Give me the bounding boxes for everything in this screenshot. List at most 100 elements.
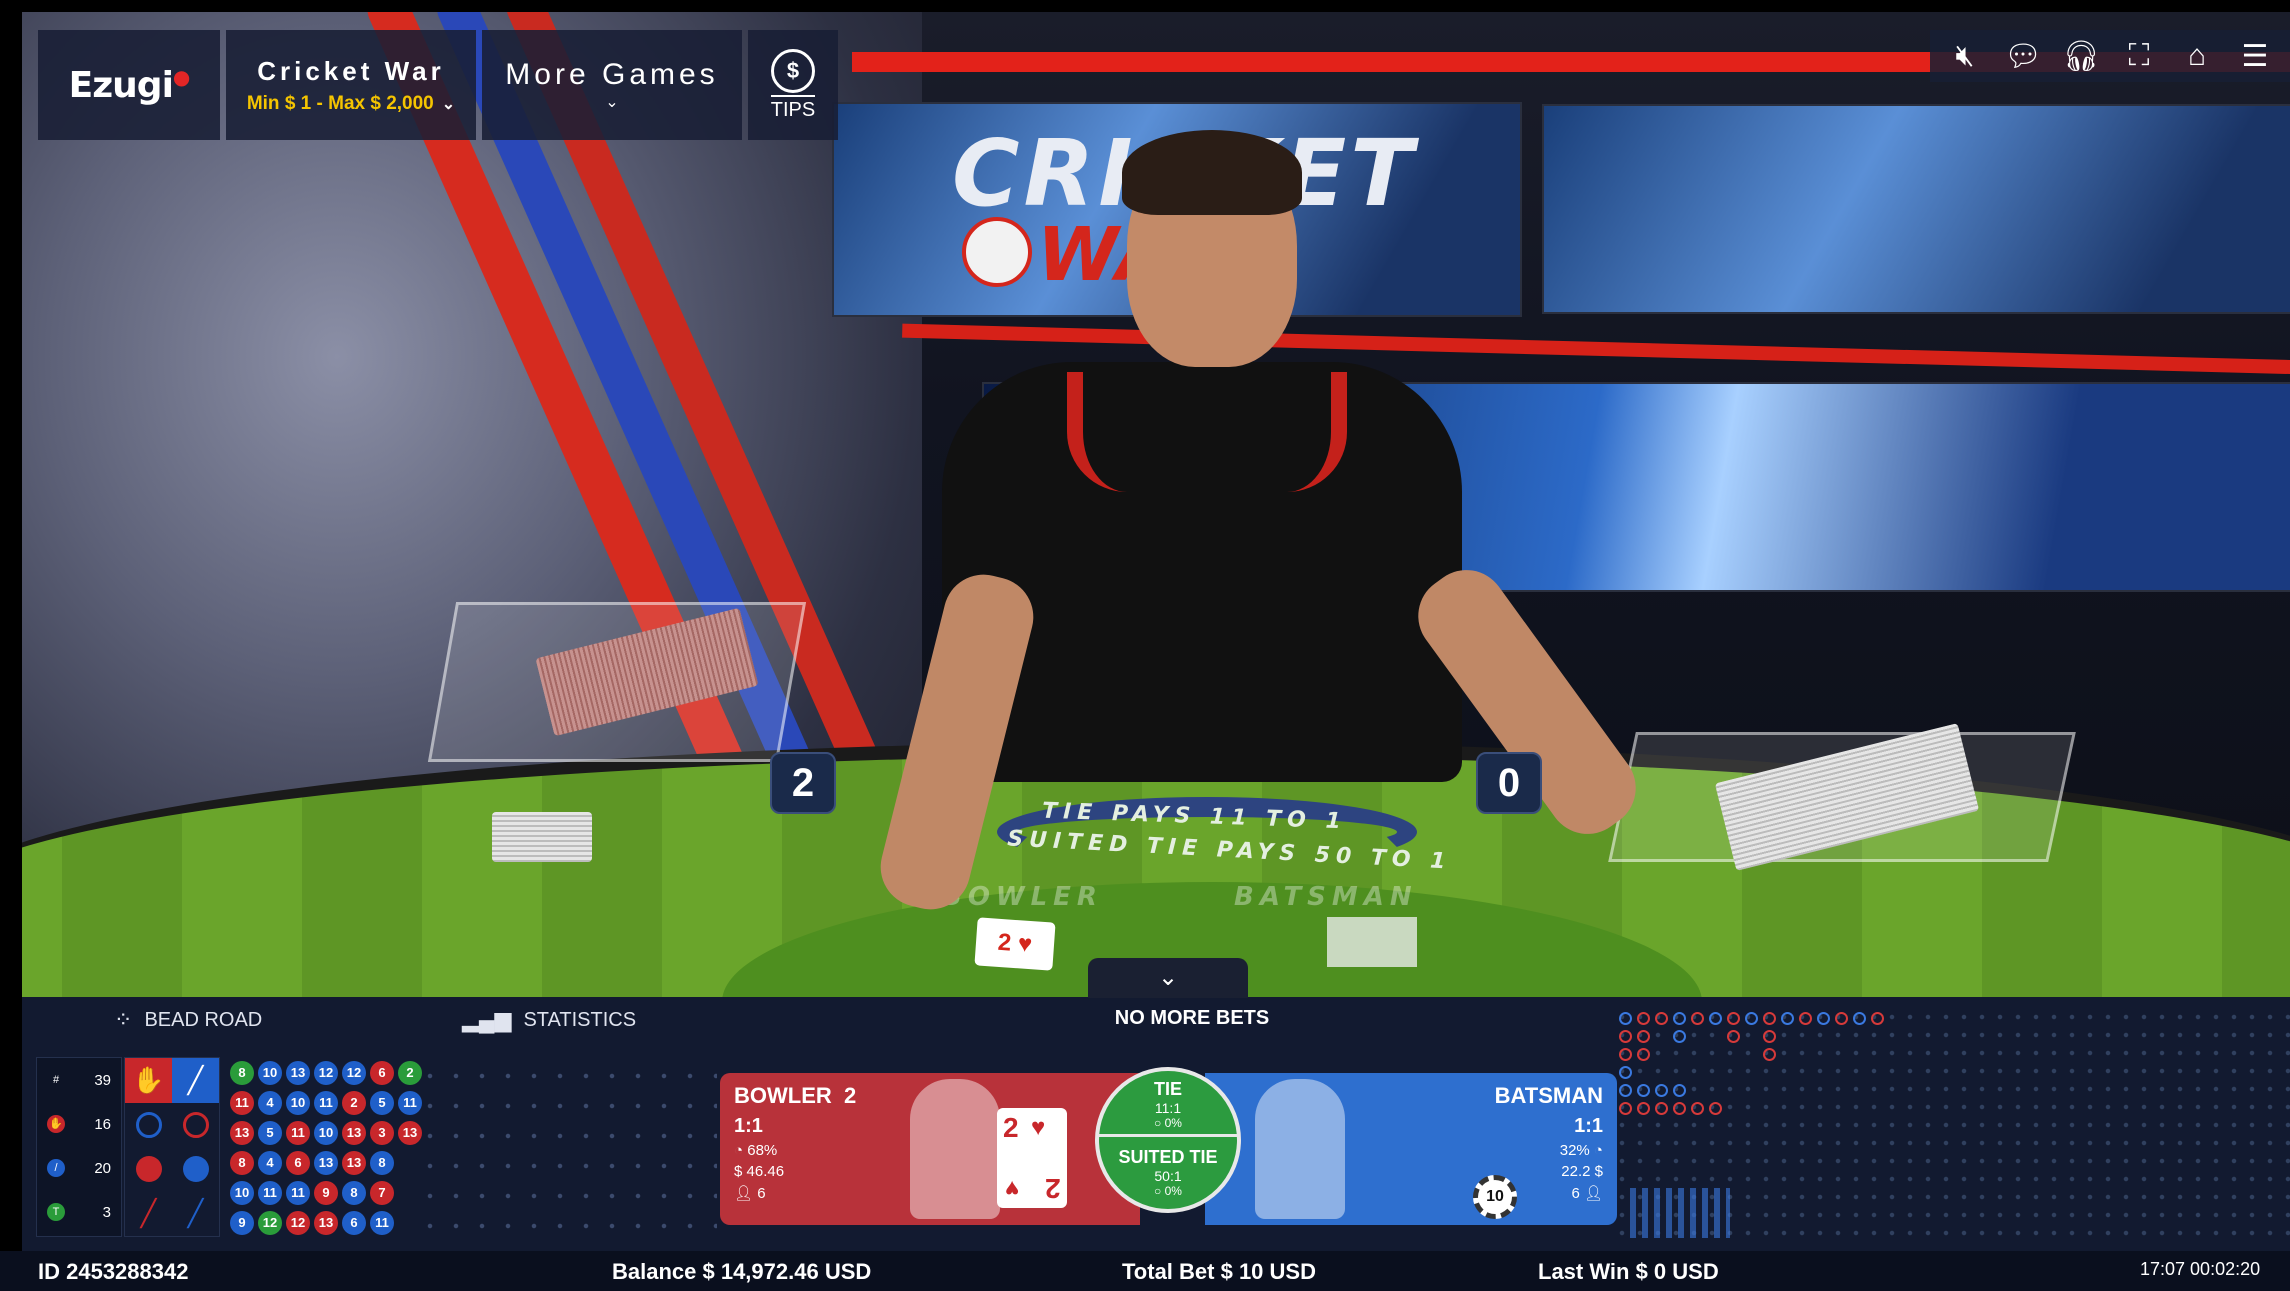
big-road-marker: [1709, 1102, 1722, 1115]
count-batsman: /20: [37, 1146, 121, 1190]
big-road-marker: [1709, 1012, 1722, 1025]
hash-icon: #: [52, 1074, 60, 1086]
bead-road-cell: 3: [370, 1121, 394, 1145]
big-road-marker: [1619, 1012, 1632, 1025]
tab-bead-road[interactable]: ⁘ BEAD ROAD: [114, 997, 262, 1043]
last-win: Last Win $ 0 USD: [1538, 1259, 1719, 1284]
home-icon[interactable]: ⌂: [2177, 39, 2217, 73]
bead-road-cell: 8: [342, 1181, 366, 1205]
bead-road-cell: 4: [258, 1091, 282, 1115]
game-limits-dropdown[interactable]: Cricket War Min $ 1 - Max $ 2,000 ⌄: [226, 30, 476, 140]
big-road-marker: [1655, 1012, 1668, 1025]
big-road-marker: [1637, 1048, 1650, 1061]
road-prediction: ✋ ╱ ╱ ╱: [124, 1057, 220, 1237]
big-road-marker: [1835, 1012, 1848, 1025]
bead-road-cell: 11: [370, 1211, 394, 1235]
game-header: Ezugi● Cricket War Min $ 1 - Max $ 2,000…: [38, 30, 838, 140]
bead-road-cell: 5: [258, 1121, 282, 1145]
bat-icon: ╱: [172, 1058, 219, 1103]
bowler-percent: 68%: [747, 1142, 778, 1159]
count-tie: T3: [37, 1190, 121, 1234]
big-road-marker: [1673, 1102, 1686, 1115]
bead-road-icon: ⁘: [114, 1007, 133, 1032]
support-icon[interactable]: 🎧︎: [2061, 39, 2101, 74]
big-road-marker: [1637, 1012, 1650, 1025]
chevron-down-icon: ⌄: [605, 94, 619, 111]
tab-statistics[interactable]: ▂▄▆ STATISTICS: [462, 997, 636, 1043]
big-road-marker: [1619, 1048, 1632, 1061]
more-games-button[interactable]: More Games ⌄: [482, 30, 742, 140]
bead-road-cell: 11: [230, 1091, 254, 1115]
big-road-marker: [1673, 1030, 1686, 1043]
big-road-marker: [1637, 1102, 1650, 1115]
big-road-marker: [1871, 1012, 1884, 1025]
big-road-marker: [1637, 1030, 1650, 1043]
bead-road-cell: 9: [314, 1181, 338, 1205]
bet-chip[interactable]: 10: [1473, 1175, 1517, 1219]
round-status-message: NO MORE BETS: [1114, 1007, 1270, 1029]
red-ring-icon: [182, 1111, 209, 1138]
bead-road-cell: 13: [230, 1121, 254, 1145]
bead-road-cell: 5: [370, 1091, 394, 1115]
collapse-panel-button[interactable]: ⌄: [1088, 958, 1248, 998]
bead-road-cell: 4: [258, 1151, 282, 1175]
menu-icon[interactable]: ☰: [2235, 39, 2275, 74]
tie-bet[interactable]: TIE 11:1 ○ 0%: [1099, 1071, 1237, 1137]
bead-road-cell: 12: [314, 1061, 338, 1085]
bead-road-cell: 6: [370, 1061, 394, 1085]
tie-odds: 11:1: [1154, 1100, 1182, 1116]
bead-road-cell: 8: [370, 1151, 394, 1175]
bead-road-cell: 10: [230, 1181, 254, 1205]
chevron-double-down-icon: ⌄: [1157, 964, 1179, 991]
bead-road-cell: 11: [286, 1181, 310, 1205]
big-road-marker: [1619, 1066, 1632, 1079]
bead-road-empty-cells: [417, 1061, 717, 1237]
big-road-marker: [1727, 1030, 1740, 1043]
bead-road-cell: 8: [230, 1151, 254, 1175]
bet-limits: Min $ 1 - Max $ 2,000 ⌄: [246, 92, 456, 114]
big-road-marker: [1763, 1012, 1776, 1025]
bowler-bet-spot[interactable]: BOWLER 2 1:1 ◔ 68% $ 46.46 👤︎ 6: [720, 1073, 1140, 1225]
red-slash-icon: ╱: [140, 1198, 157, 1229]
tips-label: TIPS: [770, 94, 816, 122]
live-video-stream: CRICKET WAR TIE PAYS 11 TO 1 SUITED TIE …: [22, 12, 2290, 997]
batsman-silhouette: [1255, 1079, 1345, 1219]
percent-icon: ◔: [1589, 1142, 1603, 1159]
blue-slash-icon: ╱: [187, 1198, 204, 1229]
red-dot-icon: [135, 1156, 162, 1183]
bead-road-cell: 11: [314, 1091, 338, 1115]
big-road-marker: [1619, 1102, 1632, 1115]
bead-road-cell: 7: [370, 1181, 394, 1205]
suited-tie-bet[interactable]: SUITED TIE 50:1 ○ 0%: [1099, 1141, 1237, 1198]
bead-road-cell: 13: [314, 1151, 338, 1175]
mute-icon[interactable]: 🔇︎: [1945, 39, 1985, 73]
big-road-marker: [1799, 1012, 1812, 1025]
bowler-amount: $ 46.46: [734, 1163, 785, 1180]
big-road-marker: [1637, 1084, 1650, 1097]
tie-icon: T: [47, 1203, 65, 1221]
bowler-hand-icon: ✋: [125, 1058, 172, 1103]
clock: 17:07 00:02:20: [2140, 1259, 2261, 1279]
bead-road-cell: 13: [314, 1211, 338, 1235]
bead-road-cell: 10: [258, 1061, 282, 1085]
big-road-marker: [1763, 1030, 1776, 1043]
bowler-icon: ✋: [47, 1115, 65, 1133]
batsman-percent: 32%: [1559, 1142, 1590, 1159]
chevron-down-icon: ⌄: [441, 95, 456, 113]
tie-bet-spot[interactable]: TIE 11:1 ○ 0% SUITED TIE 50:1 ○ 0%: [1095, 1067, 1241, 1213]
fullscreen-icon[interactable]: ⛶: [2119, 39, 2159, 73]
tips-button[interactable]: $ TIPS: [748, 30, 838, 140]
bead-road-cell: 11: [258, 1181, 282, 1205]
chat-icon[interactable]: 💬︎: [2003, 39, 2043, 74]
count-bowler: ✋ 16: [37, 1102, 121, 1146]
felt-batsman-label: BATSMAN: [1234, 882, 1418, 912]
big-road-marker: [1619, 1030, 1632, 1043]
bowler-card: 2 ♥ ♥ 2: [997, 1108, 1067, 1208]
bead-road-cell: 8: [230, 1061, 254, 1085]
more-games-label: More Games: [505, 58, 719, 91]
big-road-marker: [1763, 1048, 1776, 1061]
suited-tie-odds: 50:1: [1154, 1168, 1182, 1184]
tie-label: TIE: [1153, 1079, 1182, 1099]
big-road-marker: [1655, 1102, 1668, 1115]
batsman-bet-spot[interactable]: BATSMAN 1:1 32% ◔ 22.2 $ 6 👤︎: [1205, 1073, 1617, 1225]
